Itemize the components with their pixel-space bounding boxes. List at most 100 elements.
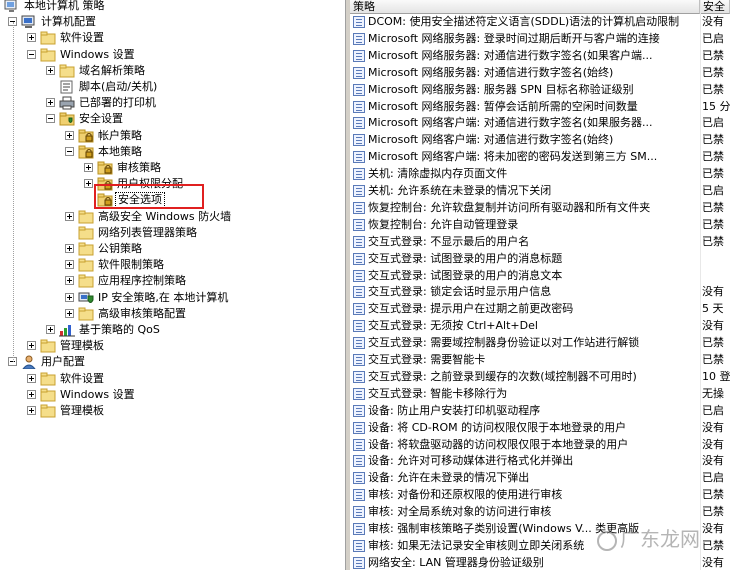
policy-row[interactable]: 交互式登录: 之前登录到缓存的次数(域控制器不可用时) 10 登 xyxy=(350,369,730,385)
policy-row[interactable]: Microsoft 网络客户端: 对通信进行数字签名(如果服务器... 已启 xyxy=(350,115,730,131)
tree-node[interactable]: 软件限制策略 xyxy=(0,257,345,273)
tree-node[interactable]: Windows 设置 xyxy=(0,47,345,63)
policy-row[interactable]: DCOM: 使用安全描述符定义语言(SDDL)语法的计算机启动限制 没有 xyxy=(350,14,730,30)
tree-node-label[interactable]: 域名解析策略 xyxy=(77,63,147,79)
policy-row[interactable]: Microsoft 网络客户端: 将未加密的密码发送到第三方 SM... 已禁 xyxy=(350,149,730,165)
policy-row[interactable]: 审核: 对备份和还原权限的使用进行审核 已禁 xyxy=(350,487,730,503)
tree-node-label[interactable]: 用户权限分配 xyxy=(115,176,185,192)
tree-node[interactable]: 帐户策略 xyxy=(0,128,345,144)
tree-node-label[interactable]: 高级安全 Windows 防火墙 xyxy=(96,209,233,225)
expand-icon[interactable] xyxy=(27,341,36,351)
tree-node-label[interactable]: 安全设置 xyxy=(77,111,125,127)
collapse-icon[interactable] xyxy=(27,49,36,59)
tree-node[interactable]: 计算机配置 xyxy=(0,14,345,30)
policy-row[interactable]: 交互式登录: 提示用户在过期之前更改密码 5 天 xyxy=(350,301,730,317)
column-header-policy[interactable]: 策略 xyxy=(350,0,700,14)
expand-icon[interactable] xyxy=(27,33,36,43)
tree-node-label[interactable]: 帐户策略 xyxy=(96,128,144,144)
expand-icon[interactable] xyxy=(65,130,74,140)
tree-node-label[interactable]: 基于策略的 QoS xyxy=(77,322,162,338)
tree-node-label[interactable]: 软件设置 xyxy=(58,30,106,46)
tree-node-label[interactable]: 网络列表管理器策略 xyxy=(96,225,199,241)
expand-icon[interactable] xyxy=(46,98,55,108)
tree-node-label[interactable]: 已部署的打印机 xyxy=(77,95,158,111)
policy-row[interactable]: Microsoft 网络服务器: 对通信进行数字签名(如果客户端... 已禁 xyxy=(350,48,730,64)
tree-node[interactable]: 用户配置 xyxy=(0,354,345,370)
collapse-icon[interactable] xyxy=(65,146,74,156)
tree-node-label[interactable]: 管理模板 xyxy=(58,403,106,419)
tree-node[interactable]: 高级安全 Windows 防火墙 xyxy=(0,209,345,225)
policy-row[interactable]: 交互式登录: 需要智能卡 已禁 xyxy=(350,352,730,368)
policy-row[interactable]: Microsoft 网络客户端: 对通信进行数字签名(始终) 已禁 xyxy=(350,132,730,148)
policy-row[interactable]: 交互式登录: 需要域控制器身份验证以对工作站进行解锁 已禁 xyxy=(350,335,730,351)
policy-row[interactable]: 设备: 允许在未登录的情况下弹出 已启 xyxy=(350,470,730,486)
tree-node-label[interactable]: 审核策略 xyxy=(115,160,163,176)
policy-row[interactable]: 恢复控制台: 允许自动管理登录 已禁 xyxy=(350,217,730,233)
tree-node[interactable]: 安全选项 xyxy=(0,192,345,209)
expand-icon[interactable] xyxy=(27,373,36,383)
tree-node-label[interactable]: IP 安全策略,在 本地计算机 xyxy=(96,290,230,306)
expand-icon[interactable] xyxy=(65,308,74,318)
policy-row[interactable]: 交互式登录: 锁定会话时显示用户信息 没有 xyxy=(350,284,730,300)
expand-icon[interactable] xyxy=(84,179,93,189)
tree-node-label[interactable]: 安全选项 xyxy=(115,192,165,209)
policy-row[interactable]: 恢复控制台: 允许软盘复制并访问所有驱动器和所有文件夹 已禁 xyxy=(350,200,730,216)
expand-icon[interactable] xyxy=(65,292,74,302)
policy-list-pane[interactable]: 策略 安全 DCOM: 使用安全描述符定义语言(SDDL)语法的计算机启动限制没… xyxy=(350,0,730,570)
expand-icon[interactable] xyxy=(65,276,74,286)
tree-node-label[interactable]: 本地策略 xyxy=(96,144,144,160)
policy-row[interactable]: 交互式登录: 不显示最后的用户名 已禁 xyxy=(350,234,730,250)
tree-node-label[interactable]: 软件限制策略 xyxy=(96,257,166,273)
policy-row[interactable]: 设备: 将软盘驱动器的访问权限仅限于本地登录的用户 没有 xyxy=(350,437,730,453)
policy-row[interactable]: 关机: 允许系统在未登录的情况下关闭 已启 xyxy=(350,183,730,199)
policy-row[interactable]: 设备: 允许对可移动媒体进行格式化并弹出 没有 xyxy=(350,453,730,469)
tree-node[interactable]: Windows 设置 xyxy=(0,387,345,403)
tree-node-label[interactable]: 计算机配置 xyxy=(39,14,98,30)
tree-node-label[interactable]: 软件设置 xyxy=(58,371,106,387)
tree-node[interactable]: 已部署的打印机 xyxy=(0,95,345,111)
expand-icon[interactable] xyxy=(27,406,36,415)
tree-node-label[interactable]: Windows 设置 xyxy=(58,387,137,403)
tree-node-label[interactable]: 高级审核策略配置 xyxy=(96,306,188,322)
tree-node-label[interactable]: 用户配置 xyxy=(39,354,87,370)
column-header-security-setting[interactable]: 安全 xyxy=(700,0,730,14)
tree-node-label[interactable]: 应用程序控制策略 xyxy=(96,273,188,289)
tree-node[interactable]: 管理模板 xyxy=(0,403,345,419)
expand-icon[interactable] xyxy=(84,163,93,172)
tree-node-label[interactable]: 脚本(启动/关机) xyxy=(77,79,159,95)
expand-icon[interactable] xyxy=(46,325,55,334)
policy-row[interactable]: Microsoft 网络服务器: 对通信进行数字签名(始终) 已禁 xyxy=(350,65,730,81)
policy-row[interactable]: 关机: 清除虚拟内存页面文件 已禁 xyxy=(350,166,730,182)
tree-node[interactable]: 公钥策略 xyxy=(0,241,345,257)
expand-icon[interactable] xyxy=(65,260,74,270)
expand-icon[interactable] xyxy=(46,65,55,75)
expand-icon[interactable] xyxy=(27,389,36,399)
policy-row[interactable]: Microsoft 网络服务器: 暂停会话前所需的空闲时间数量 15 分 xyxy=(350,99,730,115)
tree-node-label[interactable]: 本地计算机 策略 xyxy=(22,0,107,14)
tree-node[interactable]: 域名解析策略 xyxy=(0,63,345,79)
expand-icon[interactable] xyxy=(65,211,74,221)
policy-row[interactable]: 交互式登录: 智能卡移除行为 无操 xyxy=(350,386,730,402)
tree-node[interactable]: IP 安全策略,在 本地计算机 xyxy=(0,290,345,306)
tree-node[interactable]: 安全设置 xyxy=(0,111,345,127)
tree-node[interactable]: 本地计算机 策略 xyxy=(0,0,345,14)
tree-node[interactable]: 本地策略 xyxy=(0,144,345,160)
tree-node[interactable]: 用户权限分配 xyxy=(0,176,345,192)
policy-row[interactable]: 设备: 防止用户安装打印机驱动程序 已启 xyxy=(350,403,730,419)
tree-node[interactable]: 软件设置 xyxy=(0,371,345,387)
tree-node-label[interactable]: Windows 设置 xyxy=(58,47,137,63)
tree-node-label[interactable]: 管理模板 xyxy=(58,338,106,354)
tree-node[interactable]: 网络列表管理器策略 xyxy=(0,225,345,241)
tree-node[interactable]: 应用程序控制策略 xyxy=(0,273,345,289)
policy-row[interactable]: 交互式登录: 试图登录的用户的消息标题 xyxy=(350,251,730,267)
policy-row[interactable]: Microsoft 网络服务器: 登录时间过期后断开与客户端的连接 已启 xyxy=(350,31,730,47)
policy-tree-pane[interactable]: 本地计算机 策略 计算机配置 软件设置 Windows 设置 域名解析策略 脚本(启动/关… xyxy=(0,0,345,570)
tree-node[interactable]: 审核策略 xyxy=(0,160,345,176)
collapse-icon[interactable] xyxy=(46,114,55,124)
tree-node-label[interactable]: 公钥策略 xyxy=(96,241,144,257)
tree-node[interactable]: 脚本(启动/关机) xyxy=(0,79,345,95)
policy-row[interactable]: 交互式登录: 试图登录的用户的消息文本 xyxy=(350,268,730,284)
policy-row[interactable]: 网络安全: LAN 管理器身份验证级别 没有 xyxy=(350,555,730,570)
policy-row[interactable]: Microsoft 网络服务器: 服务器 SPN 目标名称验证级别 已禁 xyxy=(350,82,730,98)
policy-row[interactable]: 设备: 将 CD-ROM 的访问权限仅限于本地登录的用户 没有 xyxy=(350,420,730,436)
